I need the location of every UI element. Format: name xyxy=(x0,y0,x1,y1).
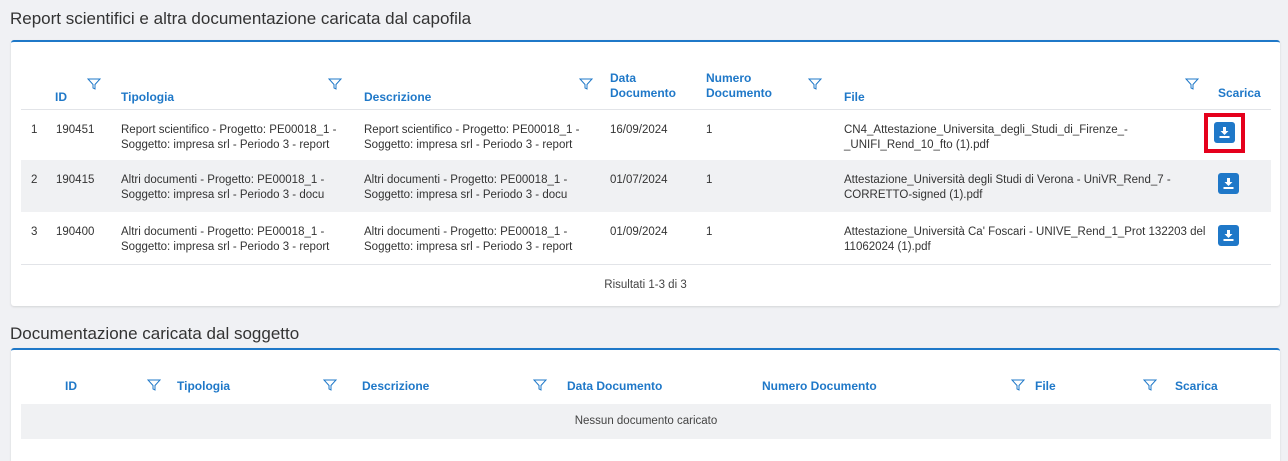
filter-icon-file[interactable] xyxy=(1185,78,1199,90)
row-descrizione-line1: Altri documenti - Progetto: PE00018_1 - xyxy=(364,174,568,186)
download-button[interactable] xyxy=(1218,225,1239,246)
row-data: 01/09/2024 xyxy=(610,226,668,238)
filter-icon-tipologia[interactable] xyxy=(323,379,337,391)
col-header-tipologia[interactable]: Tipologia xyxy=(177,380,230,393)
row-file-line2: 11062024 (1).pdf xyxy=(844,241,931,253)
table-bottom-border xyxy=(21,264,1271,265)
col-header-data-2[interactable]: Documento xyxy=(610,87,676,100)
col-header-numero[interactable]: Numero Documento xyxy=(762,380,877,393)
filter-icon-descrizione[interactable] xyxy=(579,78,593,90)
row-tipologia-line1: Altri documenti - Progetto: PE00018_1 - xyxy=(121,174,325,186)
col-header-id[interactable]: ID xyxy=(55,91,67,104)
table-row: 2 190415 Altri documenti - Progetto: PE0… xyxy=(21,160,1271,212)
row-index: 1 xyxy=(31,124,38,136)
pagination-summary: Risultati 1-3 di 3 xyxy=(604,279,687,291)
row-file-line1: CN4_Attestazione_Universita_degli_Studi_… xyxy=(844,124,1128,136)
capofila-documents-card: ID Tipologia Descrizione Data Documento … xyxy=(11,40,1280,306)
row-index: 2 xyxy=(31,174,38,186)
row-descrizione-line1: Altri documenti - Progetto: PE00018_1 - xyxy=(364,226,568,238)
row-descrizione-line1: Report scientifico - Progetto: PE00018_1… xyxy=(364,124,580,136)
row-data: 01/07/2024 xyxy=(610,174,668,186)
row-file-line2: CORRETTO-signed (1).pdf xyxy=(844,189,983,201)
download-button[interactable] xyxy=(1218,173,1239,194)
row-id: 190400 xyxy=(56,226,95,238)
download-icon xyxy=(1223,230,1234,241)
filter-icon-numero[interactable] xyxy=(808,78,822,90)
col-header-scarica: Scarica xyxy=(1175,379,1218,393)
table-row: 1 190451 Report scientifico - Progetto: … xyxy=(21,109,1271,160)
filter-icon-id[interactable] xyxy=(147,379,161,391)
col-header-descrizione[interactable]: Descrizione xyxy=(362,380,429,393)
row-numero: 1 xyxy=(706,226,713,238)
highlight-box xyxy=(1204,113,1245,153)
row-tipologia-line2: Soggetto: impresa srl - Periodo 3 - repo… xyxy=(121,139,330,151)
soggetto-documents-card: ID Tipologia Descrizione Data Documento … xyxy=(11,348,1280,461)
row-numero: 1 xyxy=(706,174,713,186)
col-header-data[interactable]: Data Documento xyxy=(567,380,662,393)
row-file-line2: _UNIFI_Rend_10_fto (1).pdf xyxy=(844,139,990,151)
col-header-data-1[interactable]: Data xyxy=(610,72,636,85)
row-file-line1: Attestazione_Università Ca' Foscari - UN… xyxy=(844,226,1206,238)
section-title-capofila: Report scientifici e altra documentazion… xyxy=(10,9,472,28)
empty-message: Nessun documento caricato xyxy=(574,415,718,427)
row-descrizione-line2: Soggetto: impresa srl - Periodo 3 - repo… xyxy=(364,241,573,253)
row-id: 190415 xyxy=(56,174,95,186)
row-id: 190451 xyxy=(56,124,95,136)
filter-icon-numero[interactable] xyxy=(1011,379,1025,391)
filter-icon-tipologia[interactable] xyxy=(328,78,342,90)
row-descrizione-line2: Soggetto: impresa srl - Periodo 3 - docu xyxy=(364,189,568,201)
col-header-tipologia[interactable]: Tipologia xyxy=(121,91,174,104)
col-header-file[interactable]: File xyxy=(1035,380,1056,393)
row-index: 3 xyxy=(31,226,38,238)
col-header-id[interactable]: ID xyxy=(65,380,77,393)
filter-icon-descrizione[interactable] xyxy=(533,379,547,391)
row-file-line1: Attestazione_Università degli Studi di V… xyxy=(844,174,1171,186)
download-icon xyxy=(1223,178,1234,189)
col-header-descrizione[interactable]: Descrizione xyxy=(364,91,431,104)
row-tipologia-line1: Report scientifico - Progetto: PE00018_1… xyxy=(121,124,337,136)
row-descrizione-line2: Soggetto: impresa srl - Periodo 3 - repo… xyxy=(364,139,573,151)
col-header-numero-2[interactable]: Documento xyxy=(706,87,772,100)
row-tipologia-line1: Altri documenti - Progetto: PE00018_1 - xyxy=(121,226,325,238)
filter-icon-id[interactable] xyxy=(87,78,101,90)
row-tipologia-line2: Soggetto: impresa srl - Periodo 3 - docu xyxy=(121,189,325,201)
empty-row: Nessun documento caricato xyxy=(21,404,1271,439)
col-header-scarica: Scarica xyxy=(1218,86,1261,100)
row-numero: 1 xyxy=(706,124,713,136)
row-tipologia-line2: Soggetto: impresa srl - Periodo 3 - repo… xyxy=(121,241,330,253)
section-title-soggetto: Documentazione caricata dal soggetto xyxy=(10,324,300,343)
table-row: 3 190400 Altri documenti - Progetto: PE0… xyxy=(21,212,1271,264)
row-data: 16/09/2024 xyxy=(610,124,668,136)
filter-icon-file[interactable] xyxy=(1143,379,1157,391)
col-header-file[interactable]: File xyxy=(844,91,865,104)
col-header-numero-1[interactable]: Numero xyxy=(706,72,751,85)
